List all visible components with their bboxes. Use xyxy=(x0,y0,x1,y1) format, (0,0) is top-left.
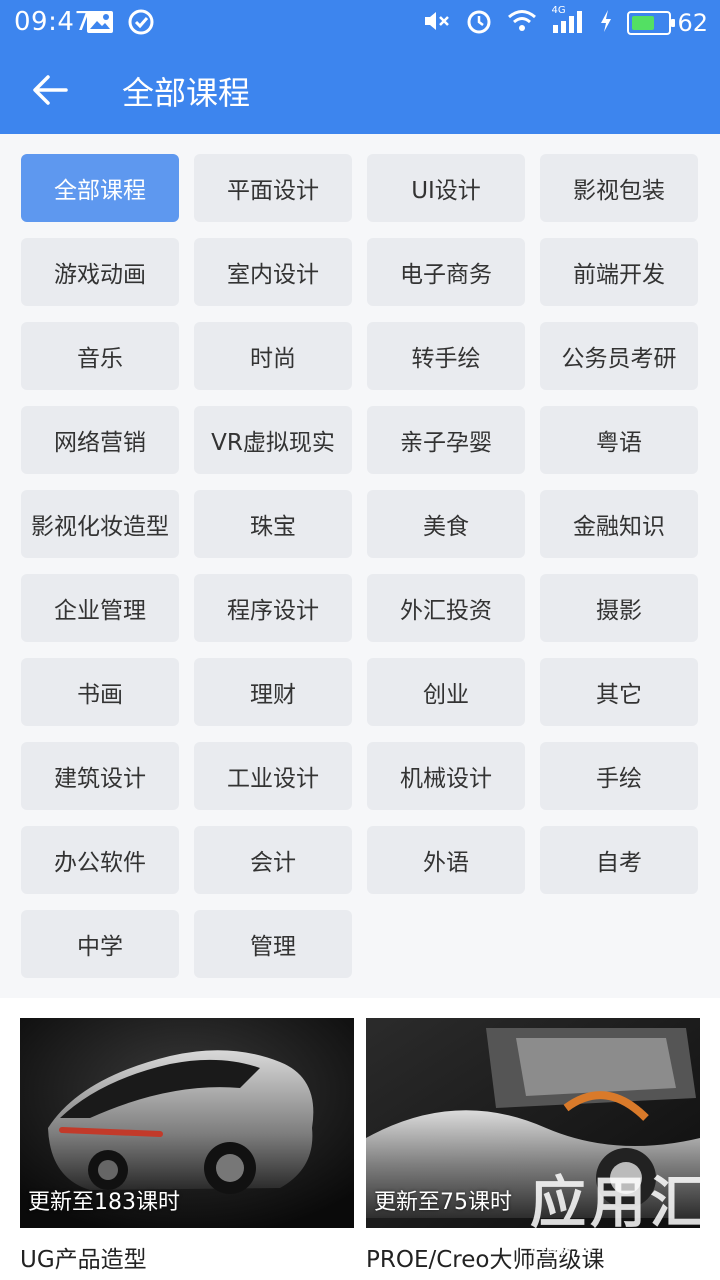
category-chip[interactable]: 手绘 xyxy=(540,742,698,810)
category-chip[interactable]: 前端开发 xyxy=(540,238,698,306)
back-arrow-icon[interactable] xyxy=(26,66,74,114)
course-card[interactable]: 更新至183课时 UG产品造型 xyxy=(20,1018,354,1274)
category-chip[interactable]: 自考 xyxy=(540,826,698,894)
mute-icon xyxy=(423,9,451,37)
category-chip[interactable]: 网络营销 xyxy=(21,406,179,474)
category-chip[interactable]: 全部课程 xyxy=(21,154,179,222)
battery-fill xyxy=(632,16,654,30)
category-chip[interactable]: 办公软件 xyxy=(21,826,179,894)
category-chip[interactable]: 工业设计 xyxy=(194,742,352,810)
category-chip[interactable]: 其它 xyxy=(540,658,698,726)
battery-percent: 62 xyxy=(677,9,708,37)
app-bar: 全部课程 xyxy=(0,44,720,134)
category-chip[interactable]: 摄影 xyxy=(540,574,698,642)
course-title[interactable]: UG产品造型 xyxy=(20,1240,354,1274)
category-chip[interactable]: VR虚拟现实 xyxy=(194,406,352,474)
category-chip[interactable]: 时尚 xyxy=(194,322,352,390)
battery-icon xyxy=(627,11,676,35)
category-chip[interactable]: 中学 xyxy=(21,910,179,978)
category-chip[interactable]: 粤语 xyxy=(540,406,698,474)
category-chip[interactable]: 游戏动画 xyxy=(21,238,179,306)
category-chip[interactable]: 音乐 xyxy=(21,322,179,390)
category-chip[interactable]: 电子商务 xyxy=(367,238,525,306)
alarm-icon xyxy=(465,7,493,39)
category-chip[interactable]: 影视包装 xyxy=(540,154,698,222)
battery-indicator: 62 xyxy=(627,9,708,37)
category-chip[interactable]: 金融知识 xyxy=(540,490,698,558)
category-chip[interactable]: 企业管理 xyxy=(21,574,179,642)
category-chip[interactable]: 室内设计 xyxy=(194,238,352,306)
watermark-site: AppChina.com xyxy=(530,1233,690,1258)
status-time: 09:47 xyxy=(14,7,92,37)
image-notification-icon xyxy=(86,10,114,38)
category-chip[interactable]: 书画 xyxy=(21,658,179,726)
category-chip[interactable]: UI设计 xyxy=(367,154,525,222)
category-chip[interactable]: 建筑设计 xyxy=(21,742,179,810)
category-chip[interactable]: 机械设计 xyxy=(367,742,525,810)
category-chip[interactable]: 影视化妆造型 xyxy=(21,490,179,558)
course-update-label: 更新至183课时 xyxy=(28,1190,180,1215)
charging-icon xyxy=(599,9,613,37)
appchina-watermark: 应用汇 AppChina.com xyxy=(530,1158,710,1258)
page-title: 全部课程 xyxy=(122,74,251,112)
category-chip[interactable]: 公务员考研 xyxy=(540,322,698,390)
signal-icon: 4G xyxy=(551,5,585,37)
wifi-icon xyxy=(507,9,537,37)
category-chip[interactable]: 创业 xyxy=(367,658,525,726)
watermark-brand: 应用汇 xyxy=(530,1171,710,1236)
category-chip[interactable]: 美食 xyxy=(367,490,525,558)
category-chip[interactable]: 转手绘 xyxy=(367,322,525,390)
course-list: 更新至183课时 UG产品造型 更新至75课时 PROE/Creo大师高级课 应… xyxy=(0,998,720,1280)
category-chip[interactable]: 平面设计 xyxy=(194,154,352,222)
category-chip[interactable]: 珠宝 xyxy=(194,490,352,558)
category-grid: 全部课程 平面设计 UI设计 影视包装游戏动画 室内设计 电子商务 前端开发音乐 时尚 转手绘公… xyxy=(21,154,700,978)
status-bar: 09:47 4G 62 xyxy=(0,0,720,44)
category-panel: 全部课程 平面设计 UI设计 影视包装游戏动画 室内设计 电子商务 前端开发音乐 时尚 转手绘公… xyxy=(0,134,720,998)
network-type-label: 4G xyxy=(551,5,566,16)
check-circle-icon xyxy=(128,9,154,39)
course-update-label: 更新至75课时 xyxy=(374,1190,512,1215)
category-chip[interactable]: 会计 xyxy=(194,826,352,894)
category-chip[interactable]: 理财 xyxy=(194,658,352,726)
category-chip[interactable]: 外语 xyxy=(367,826,525,894)
category-chip[interactable]: 亲子孕婴 xyxy=(367,406,525,474)
category-chip[interactable]: 管理 xyxy=(194,910,352,978)
course-thumbnail-car[interactable]: 更新至183课时 xyxy=(20,1018,354,1228)
category-chip[interactable]: 外汇投资 xyxy=(367,574,525,642)
category-chip[interactable]: 程序设计 xyxy=(194,574,352,642)
